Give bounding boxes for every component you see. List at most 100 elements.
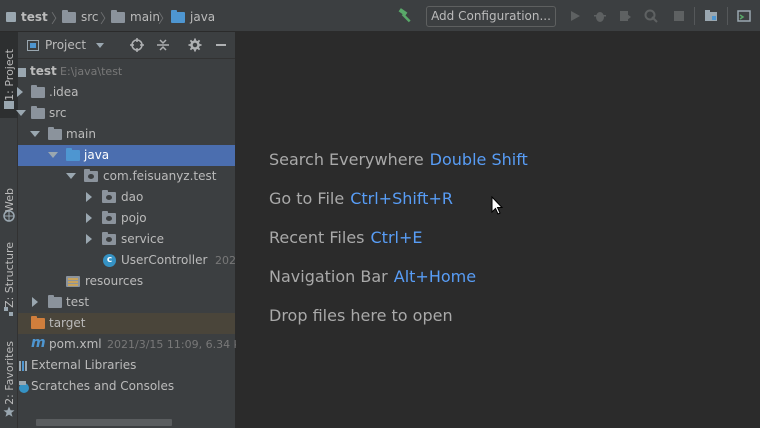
- debug-icon[interactable]: [593, 9, 607, 23]
- tree-node-idea[interactable]: .idea: [17, 82, 235, 103]
- tree-node-label: service: [121, 232, 164, 246]
- recent-files-hint: Recent Files Ctrl+E: [269, 228, 422, 247]
- hint-text: Drop files here to open: [269, 306, 453, 325]
- tree-node-project-root[interactable]: test E:\java\test: [18, 61, 235, 82]
- tree-node-pojo[interactable]: pojo: [18, 208, 235, 229]
- tree-node-dao[interactable]: dao: [18, 187, 235, 208]
- locate-icon[interactable]: [130, 38, 144, 52]
- stop-icon[interactable]: [672, 9, 686, 23]
- chevron-down-icon: [30, 131, 40, 137]
- resources-folder-icon: [66, 276, 80, 287]
- tree-node-external-libraries[interactable]: External Libraries: [18, 355, 235, 376]
- folder-icon: [111, 9, 125, 23]
- folder-icon: [31, 85, 45, 98]
- chevron-right-icon: [17, 87, 23, 97]
- tree-node-pom[interactable]: m pom.xml 2021/3/15 11:09, 6.34 kB: [18, 334, 248, 355]
- tree-node-src[interactable]: src: [16, 103, 235, 124]
- favorites-tab-label: 2: Favorites: [2, 341, 16, 405]
- structure-tab-label: Z: Structure: [2, 242, 16, 308]
- mouse-pointer-icon: [491, 196, 504, 215]
- chevron-right-icon: [32, 297, 38, 307]
- tree-node-label: pom.xml: [49, 337, 102, 351]
- project-view-selector[interactable]: Project: [27, 38, 105, 52]
- breadcrumb-project[interactable]: test: [6, 9, 48, 25]
- favorites-tool-tab[interactable]: 2: Favorites: [0, 338, 18, 408]
- add-configuration-button[interactable]: Add Configuration...: [426, 6, 556, 27]
- chevron-down-icon: [96, 42, 105, 48]
- profile-icon[interactable]: [644, 9, 658, 23]
- tree-node-service[interactable]: service: [18, 229, 235, 250]
- tree-node-label: resources: [85, 274, 144, 288]
- editor-empty-area[interactable]: Search Everywhere Double Shift Go to File…: [236, 32, 760, 428]
- tree-node-test[interactable]: test: [18, 292, 235, 313]
- navigation-bar-hint: Navigation Bar Alt+Home: [269, 267, 476, 286]
- hint-text: Navigation Bar: [269, 267, 388, 286]
- source-folder-icon: [66, 148, 80, 161]
- tree-node-label: main: [66, 127, 96, 141]
- library-icon: [19, 361, 27, 371]
- excluded-folder-icon: [31, 316, 45, 329]
- project-structure-icon[interactable]: [704, 9, 718, 23]
- tree-node-label: dao: [121, 190, 144, 204]
- run-icon[interactable]: [568, 9, 582, 23]
- panel-title: Project: [45, 38, 87, 52]
- folder-icon: [31, 106, 45, 119]
- class-icon: c: [103, 254, 116, 267]
- tree-node-usercontroller[interactable]: c UserController 2021: [18, 250, 235, 271]
- tree-node-target[interactable]: target: [18, 313, 235, 334]
- tree-node-label: pojo: [121, 211, 147, 225]
- toolbar-separator: [694, 7, 695, 25]
- chevron-right-icon: [86, 234, 92, 244]
- folder-icon: [48, 295, 62, 308]
- tree-node-resources[interactable]: resources: [18, 271, 235, 292]
- collapse-all-icon[interactable]: [156, 38, 170, 52]
- package-icon: [102, 232, 116, 245]
- drop-files-hint: Drop files here to open: [269, 306, 453, 325]
- tree-node-label: test: [30, 64, 57, 78]
- structure-tool-tab[interactable]: Z: Structure: [0, 240, 18, 310]
- tree-node-label: com.feisuanyz.test: [103, 169, 217, 183]
- tree-node-java[interactable]: java: [18, 145, 235, 166]
- package-icon: [84, 169, 98, 182]
- go-to-file-hint: Go to File Ctrl+Shift+R: [269, 189, 453, 208]
- toolbar-separator: [727, 7, 728, 25]
- coverage-icon[interactable]: [618, 9, 632, 23]
- hint-shortcut: Double Shift: [429, 150, 528, 169]
- tree-node-label: .idea: [49, 85, 79, 99]
- minimize-icon[interactable]: [214, 38, 228, 52]
- hint-shortcut: Ctrl+E: [370, 228, 423, 247]
- package-icon: [102, 190, 116, 203]
- tree-node-scratches[interactable]: Scratches and Consoles: [18, 376, 235, 397]
- tree-node-label: test: [66, 295, 90, 309]
- project-path-hint: E:\java\test: [60, 65, 123, 78]
- breadcrumb-java[interactable]: java: [171, 9, 215, 25]
- hint-shortcut: Ctrl+Shift+R: [350, 189, 453, 208]
- hint-text: Search Everywhere: [269, 150, 424, 169]
- project-panel-header: Project: [18, 32, 235, 59]
- chevron-down-icon: [48, 152, 58, 158]
- maven-icon: m: [31, 335, 46, 351]
- breadcrumb-label: main: [130, 10, 160, 24]
- hint-shortcut: Alt+Home: [393, 267, 477, 286]
- tree-node-label: src: [49, 106, 67, 120]
- package-icon: [102, 211, 116, 224]
- tool-window-stripe: 1: Project Web Z: Structure 2: Favorites: [0, 32, 18, 428]
- hint-text: Go to File: [269, 189, 345, 208]
- tree-node-package[interactable]: com.feisuanyz.test: [18, 166, 235, 187]
- scratches-icon: [19, 381, 29, 393]
- build-hammer-icon[interactable]: [397, 8, 415, 24]
- file-info-hint: 2021: [215, 254, 235, 267]
- breadcrumb-label: src: [81, 10, 99, 24]
- source-folder-icon: [171, 9, 185, 23]
- breadcrumb-src[interactable]: src: [62, 9, 99, 25]
- tree-node-main[interactable]: main: [18, 124, 235, 145]
- terminal-icon[interactable]: [737, 9, 751, 23]
- horizontal-scrollbar[interactable]: [36, 419, 172, 426]
- breadcrumb-separator: 〉: [158, 12, 172, 27]
- chevron-down-icon: [66, 173, 76, 179]
- tree-node-label: java: [84, 148, 110, 162]
- gear-icon[interactable]: [188, 38, 202, 52]
- hint-text: Recent Files: [269, 228, 365, 247]
- breadcrumb-main[interactable]: main: [111, 9, 160, 25]
- file-info-hint: 2021/3/15 11:09, 6.34 kB: [107, 338, 248, 351]
